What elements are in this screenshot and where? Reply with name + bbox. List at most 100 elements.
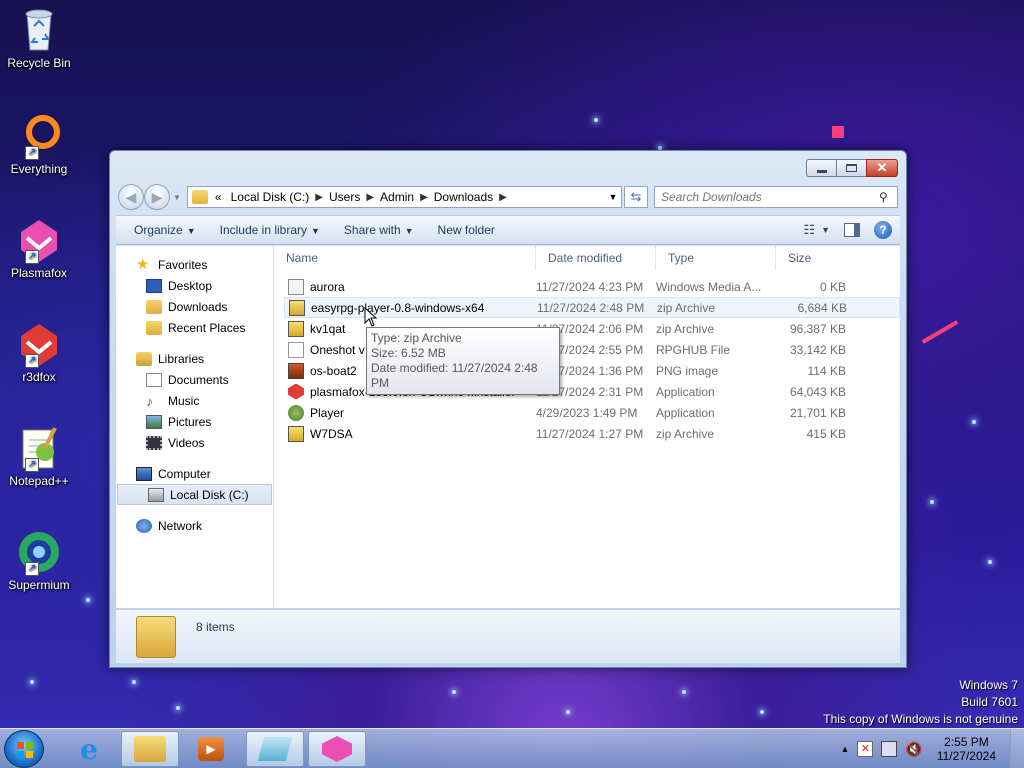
explorer-window[interactable]: ✕ ◀ ▶ ▼ « Local Disk (C:) ▶ Users ▶ Admi…: [109, 150, 907, 668]
mouse-cursor-icon: [364, 307, 378, 327]
file-type: Application: [656, 384, 715, 399]
desktop-icon-plasmafox[interactable]: ↗ Plasmafox: [2, 216, 76, 280]
r3dfox-icon: ↗: [15, 320, 63, 368]
downloads-folder-icon: [146, 299, 162, 314]
search-icon[interactable]: ⚲: [879, 190, 897, 204]
column-header-name[interactable]: Name: [274, 245, 536, 270]
breadcrumb-separator-icon[interactable]: ▶: [420, 192, 428, 203]
breadcrumb-admin[interactable]: Admin: [374, 190, 420, 204]
taskbar-notepad[interactable]: [246, 731, 304, 767]
help-button[interactable]: ?: [874, 221, 892, 239]
file-name: easyrpg-player-0.8-windows-x64: [311, 300, 485, 315]
nav-local-disk[interactable]: Local Disk (C:): [117, 484, 272, 505]
item-count: 8 items: [196, 620, 235, 634]
organize-button[interactable]: Organize ▼: [126, 223, 212, 237]
file-size: 6,684 KB: [797, 300, 847, 315]
column-header-size[interactable]: Size: [776, 246, 852, 270]
nav-desktop[interactable]: Desktop: [116, 275, 273, 296]
nav-label: Recent Places: [168, 320, 246, 335]
column-header-type[interactable]: Type: [656, 245, 776, 270]
search-box[interactable]: ⚲: [654, 186, 898, 208]
file-type: Application: [656, 405, 715, 420]
desktop-icon-label: Plasmafox: [10, 266, 68, 280]
folder-icon: [134, 736, 166, 762]
column-header-date[interactable]: Date modified: [536, 245, 656, 270]
search-input[interactable]: [655, 190, 879, 204]
pictures-icon: [146, 414, 162, 429]
nav-videos[interactable]: Videos: [116, 432, 273, 453]
nav-downloads[interactable]: Downloads: [116, 296, 273, 317]
taskbar-internet-explorer[interactable]: e: [60, 731, 118, 767]
address-bar[interactable]: « Local Disk (C:) ▶ Users ▶ Admin ▶ Down…: [186, 186, 622, 208]
notepad-icon: [257, 737, 293, 761]
file-row-w7dsa[interactable]: W7DSA 11/27/2024 1:27 PM zip Archive 415…: [284, 423, 900, 444]
taskbar-plasmafox[interactable]: [308, 731, 366, 767]
nav-favorites[interactable]: ★ Favorites: [116, 254, 273, 275]
nav-computer[interactable]: Computer: [116, 463, 273, 484]
show-hidden-icons-button[interactable]: ▲: [832, 744, 857, 754]
chevron-down-icon: ▼: [311, 226, 320, 236]
show-desktop-button[interactable]: [1010, 729, 1024, 768]
file-name: os-boat2: [310, 363, 357, 378]
new-folder-button[interactable]: New folder: [430, 223, 511, 237]
file-date: 4/29/2023 1:49 PM: [536, 405, 638, 420]
desktop-icon-supermium[interactable]: ↗ Supermium: [2, 528, 76, 592]
command-bar: Organize ▼ Include in library ▼ Share with…: [116, 215, 900, 245]
minimize-button[interactable]: [806, 159, 836, 177]
breadcrumb-downloads[interactable]: Downloads: [428, 190, 499, 204]
change-view-button[interactable]: ☷ ▼: [803, 222, 830, 238]
nav-documents[interactable]: Documents: [116, 369, 273, 390]
maximize-button[interactable]: [836, 159, 866, 177]
breadcrumb-users[interactable]: Users: [323, 190, 366, 204]
file-name: Player: [310, 405, 345, 420]
share-with-button[interactable]: Share with ▼: [336, 223, 430, 237]
taskbar-media-player[interactable]: ▶: [182, 731, 240, 767]
breadcrumb-separator-icon[interactable]: ▶: [366, 192, 374, 203]
action-center-icon[interactable]: ✕: [857, 741, 874, 757]
recent-pages-dropdown-icon[interactable]: ▼: [173, 193, 181, 202]
desktop-icon-everything[interactable]: ↗ Everything: [2, 112, 76, 176]
nav-network[interactable]: Network: [116, 515, 273, 536]
desktop-icon-label: Recycle Bin: [7, 56, 71, 70]
address-chevron-icon[interactable]: «: [212, 190, 225, 204]
nav-music[interactable]: ♪ Music: [116, 390, 273, 411]
desktop-icon-r3dfox[interactable]: ↗ r3dfox: [2, 320, 76, 384]
file-tooltip: Type: zip Archive Size: 6.52 MB Date mod…: [366, 327, 560, 395]
tooltip-type: Type: zip Archive: [371, 331, 462, 345]
forward-button[interactable]: ▶: [144, 184, 170, 210]
file-list[interactable]: Name Date modified Type Size aurora 11/2…: [274, 245, 900, 608]
desktop-icon-recycle-bin[interactable]: Recycle Bin: [2, 6, 76, 70]
network-status-icon[interactable]: [881, 741, 898, 757]
navigation-pane[interactable]: ★ Favorites Desktop Downloads Recent Plac…: [116, 246, 274, 608]
column-label: Name: [286, 250, 319, 265]
back-button[interactable]: ◀: [118, 184, 144, 210]
include-in-library-button[interactable]: Include in library ▼: [212, 223, 336, 237]
desktop-icon-notepadpp[interactable]: ↗ Notepad++: [2, 424, 76, 488]
clock[interactable]: 2:55 PM 11/27/2024: [927, 735, 1010, 763]
start-button[interactable]: [4, 730, 44, 768]
internet-explorer-icon: e: [80, 732, 98, 766]
file-row-aurora[interactable]: aurora 11/27/2024 4:23 PM Windows Media …: [284, 276, 900, 297]
nav-recent-places[interactable]: Recent Places: [116, 317, 273, 338]
address-dropdown-icon[interactable]: ▼: [605, 192, 621, 202]
volume-muted-icon[interactable]: 🔇: [905, 741, 922, 758]
nav-pictures[interactable]: Pictures: [116, 411, 273, 432]
file-name: Oneshot v: [310, 342, 365, 357]
file-name: aurora: [310, 279, 345, 294]
zip-archive-icon: [289, 299, 305, 316]
breadcrumb-local-disk[interactable]: Local Disk (C:): [225, 190, 316, 204]
breadcrumb-separator-icon[interactable]: ▶: [315, 192, 323, 203]
supermium-icon: ↗: [15, 528, 63, 576]
plasmafox-icon: [322, 736, 352, 762]
breadcrumb-separator-icon[interactable]: ▶: [499, 192, 507, 203]
explorer-body: ★ Favorites Desktop Downloads Recent Plac…: [116, 245, 900, 608]
nav-libraries[interactable]: Libraries: [116, 348, 273, 369]
file-size: 64,043 KB: [789, 384, 846, 399]
help-icon: ?: [879, 223, 887, 237]
documents-icon: [146, 372, 162, 387]
preview-pane-button[interactable]: [844, 223, 860, 237]
file-row-player[interactable]: Player 4/29/2023 1:49 PM Application 21,…: [284, 402, 900, 423]
refresh-button[interactable]: ⇆: [624, 186, 648, 208]
taskbar-file-explorer[interactable]: [121, 731, 179, 767]
close-button[interactable]: ✕: [866, 159, 898, 177]
